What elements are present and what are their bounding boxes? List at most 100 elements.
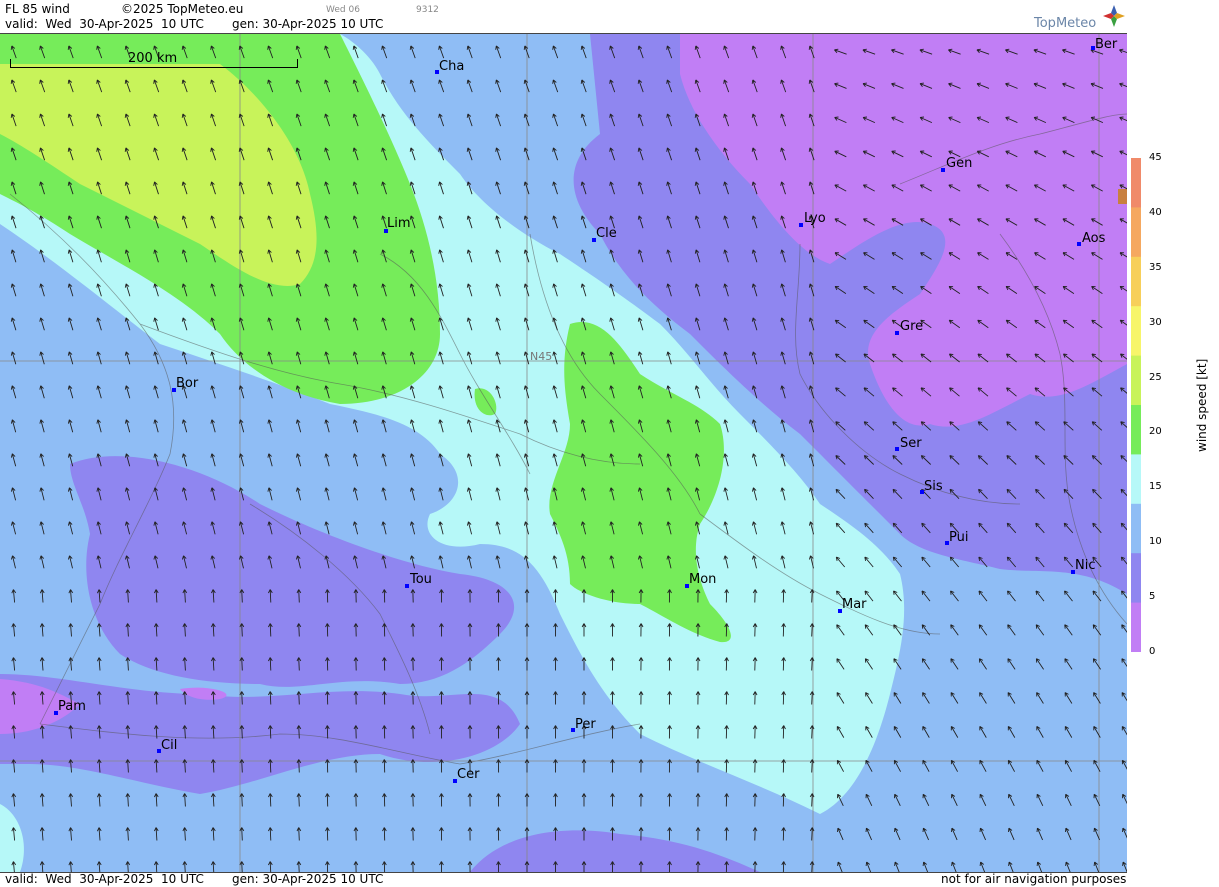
wind-arrow — [466, 147, 473, 161]
wind-arrow — [581, 793, 587, 807]
legend-tick-label: 10 — [1149, 536, 1162, 548]
wind-arrow — [553, 623, 558, 637]
wind-arrow — [495, 45, 502, 59]
wind-arrow — [10, 521, 17, 535]
city-ber: Ber — [1091, 37, 1118, 52]
wind-arrow — [325, 861, 330, 872]
wind-arrow — [11, 657, 17, 671]
wind-arrow — [210, 861, 216, 872]
wind-arrow — [666, 317, 672, 331]
wind-arrow — [96, 861, 102, 872]
logo-text: TopMeteo — [1034, 16, 1097, 31]
wind-arrow — [438, 555, 444, 569]
wind-arrow — [125, 657, 131, 671]
wind-arrow — [837, 827, 844, 841]
wind-arrow — [10, 283, 17, 297]
wind-arrow — [951, 793, 958, 806]
wind-arrow — [381, 521, 387, 535]
wind-arrow — [922, 827, 930, 841]
wind-arrow — [39, 657, 45, 671]
wind-arrow — [781, 827, 786, 841]
wind-arrow — [439, 759, 444, 773]
wind-arrow — [10, 453, 17, 467]
wind-arrow — [1121, 726, 1127, 736]
wind-map: N45 Ber Cha Gen Lim Cle Lyo Aos Gre Bor … — [0, 33, 1127, 873]
legend-tick-label: 45 — [1149, 152, 1162, 163]
city-aos: Aos — [1077, 231, 1106, 246]
wind-arrow — [610, 725, 615, 739]
wind-arrow — [495, 181, 501, 195]
wind-arrow — [552, 113, 559, 127]
city-sis: Sis — [920, 479, 943, 494]
wind-arrow — [1122, 793, 1127, 805]
wind-arrow — [1007, 726, 1016, 738]
wind-arrow — [96, 623, 102, 637]
wind-arrow — [496, 657, 501, 671]
wind-arrow — [1064, 692, 1073, 704]
wind-arrow — [553, 657, 558, 671]
wind-arrow — [496, 759, 501, 773]
day-code: Wed 06 — [326, 5, 360, 15]
violet-zone-west — [70, 456, 515, 687]
wind-arrow — [324, 419, 330, 433]
wind-arrow — [921, 590, 931, 602]
wind-arrow — [267, 385, 273, 399]
wind-arrow — [39, 283, 45, 297]
wind-arrow — [1092, 658, 1101, 670]
wind-arrow — [1065, 827, 1072, 841]
wind-arrow — [39, 351, 45, 365]
legend-tick-label: 15 — [1149, 481, 1162, 493]
wind-arrow — [1035, 658, 1044, 670]
wind-arrow — [409, 521, 416, 535]
wind-arrow — [524, 623, 530, 637]
wind-arrow — [951, 861, 957, 872]
wind-arrow — [39, 861, 45, 872]
wind-arrow — [11, 589, 17, 603]
wind-arrow — [979, 793, 987, 806]
wind-arrow — [893, 726, 902, 738]
legend-tick-label: 30 — [1149, 316, 1162, 328]
wind-arrow — [153, 351, 159, 365]
wind-arrow — [1008, 827, 1015, 841]
wind-arrow — [1121, 658, 1127, 668]
run-code: 9312 — [416, 5, 439, 15]
wind-arrow — [1122, 827, 1127, 839]
orange-spot — [1118, 189, 1127, 204]
wind-arrow — [352, 419, 359, 433]
wind-arrow — [438, 487, 444, 501]
wind-arrow — [1008, 793, 1015, 806]
wind-arrow — [96, 657, 102, 671]
wind-arrow — [10, 419, 17, 433]
wind-arrow — [68, 827, 74, 841]
city-nic: Nic — [1071, 558, 1095, 574]
wind-arrow — [352, 487, 359, 501]
legend-segment — [1131, 355, 1141, 406]
legend-segment — [1131, 553, 1141, 604]
city-gen: Gen — [941, 156, 972, 172]
footer-generated-time: gen: 30-Apr-2025 10 UTC — [232, 872, 384, 886]
svg-text:Ser: Ser — [900, 436, 922, 451]
svg-text:Sis: Sis — [924, 479, 943, 494]
legend-tick-label: 5 — [1149, 591, 1156, 603]
city-mon: Mon — [685, 572, 716, 588]
wind-arrow — [239, 827, 245, 841]
wind-arrow — [381, 453, 387, 467]
wind-arrow — [495, 79, 502, 93]
wind-arrow — [10, 385, 17, 399]
wind-arrow — [410, 827, 416, 841]
wind-arrow — [295, 487, 302, 501]
city-lim: Lim — [384, 216, 411, 233]
wind-arrow — [1121, 624, 1127, 633]
wind-arrow — [951, 827, 958, 841]
wind-arrow — [752, 793, 758, 807]
wind-arrow — [39, 521, 45, 535]
wind-arrow — [495, 147, 502, 161]
wind-arrow — [125, 793, 131, 807]
wind-arrow — [1007, 624, 1016, 636]
wind-arrow — [1008, 861, 1014, 872]
wind-arrow — [1064, 759, 1072, 772]
wind-arrow — [1122, 861, 1127, 872]
wind-arrow — [409, 453, 416, 467]
wind-arrow — [524, 589, 530, 603]
wind-arrow — [181, 419, 188, 433]
